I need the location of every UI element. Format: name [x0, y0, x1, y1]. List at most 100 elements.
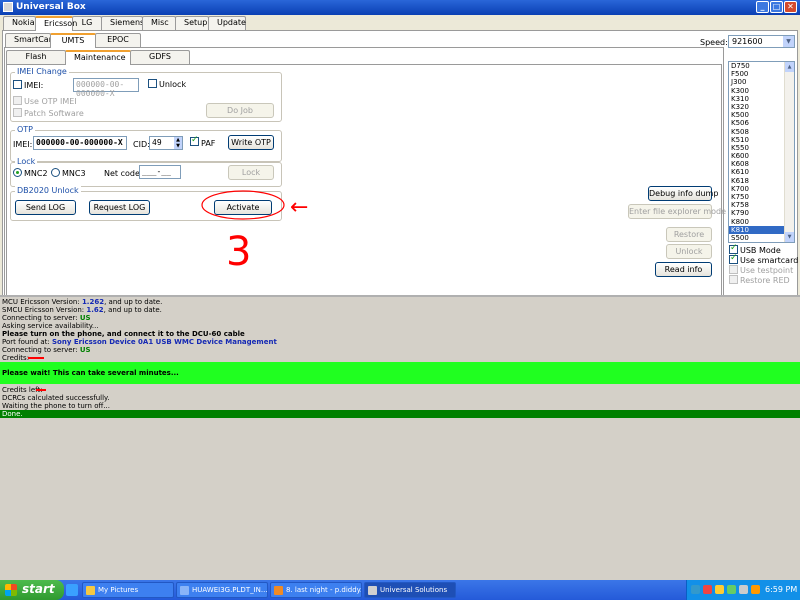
close-button[interactable]: ✕: [784, 1, 797, 13]
tray-icon[interactable]: [691, 585, 700, 594]
file-explorer-mode-button[interactable]: Enter file explorer mode: [628, 204, 726, 219]
start-button[interactable]: start: [0, 580, 64, 600]
log-line: Credits left:: [2, 386, 46, 394]
tab-update[interactable]: Update: [208, 16, 246, 30]
log-line: Connecting to server: US: [2, 346, 91, 354]
log-panel: MCU Ericsson Version: 1.262, and up to d…: [0, 295, 800, 580]
activate-button[interactable]: Activate: [214, 200, 272, 215]
use-testpoint-label: Use testpoint: [740, 266, 794, 275]
log-done-bar: Done.: [0, 410, 800, 418]
tab-setup[interactable]: Setup: [175, 16, 209, 30]
speed-label: Speed:: [700, 38, 728, 47]
restore-red-checkbox[interactable]: [729, 275, 738, 284]
app-icon: [368, 586, 377, 595]
patch-software-label: Patch Software: [24, 109, 84, 118]
task-universal-solutions[interactable]: Universal Solutions: [364, 582, 456, 598]
start-label: start: [22, 582, 55, 596]
imei-change-imei-label: IMEI:: [24, 81, 44, 90]
log-line: Waiting the phone to turn off...: [2, 402, 110, 410]
tab-flash[interactable]: Flash: [6, 50, 66, 64]
scroll-down-icon[interactable]: ▼: [785, 232, 794, 242]
net-code-input[interactable]: ___-__: [139, 165, 181, 179]
windows-logo-icon: [5, 584, 17, 596]
chevron-down-icon: ▼: [783, 36, 794, 47]
maximize-button[interactable]: □: [770, 1, 783, 13]
window-title: Universal Box: [16, 2, 86, 12]
log-line: MCU Ericsson Version: 1.262, and up to d…: [2, 298, 163, 306]
usb-mode-label: USB Mode: [740, 246, 781, 255]
unlock-button[interactable]: Unlock: [666, 244, 712, 259]
log-line: Connecting to server: US: [2, 314, 91, 322]
log-line: SMCU Ericsson Version: 1.62, and up to d…: [2, 306, 162, 314]
mnc2-label: MNC2: [24, 169, 48, 178]
use-smartcard-label: Use smartcard: [740, 256, 799, 265]
model-list[interactable]: D750 F500 J300 K300 K310 K320 K500 K506 K508 K510…: [728, 61, 795, 243]
app-icon: [3, 2, 13, 12]
tray-icon[interactable]: [715, 585, 724, 594]
tab-gdfs[interactable]: GDFS: [130, 50, 190, 64]
tab-nokia[interactable]: Nokia: [3, 16, 36, 30]
imei-change-checkbox[interactable]: [13, 80, 22, 89]
use-otp-imei-checkbox[interactable]: [13, 96, 22, 105]
speed-value: 921600: [732, 37, 763, 46]
db2020-legend: DB2020 Unlock: [15, 186, 81, 195]
minimize-button[interactable]: _: [756, 1, 769, 13]
title-bar: Universal Box _ □ ✕: [0, 0, 800, 15]
paf-label: PAF: [201, 139, 216, 148]
send-log-button[interactable]: Send LOG: [15, 200, 76, 215]
restore-red-label: Restore RED: [740, 276, 790, 285]
inner-tabs: Flash Maintenance GDFS: [6, 50, 190, 65]
window-icon: [180, 586, 189, 595]
paf-checkbox[interactable]: [190, 135, 199, 146]
cid-spinner[interactable]: ▲ ▼: [174, 137, 182, 149]
unlock-checkbox-label: Unlock: [159, 80, 187, 89]
log-wait-banner: Please wait! This can take several minut…: [0, 362, 800, 384]
use-smartcard-checkbox[interactable]: [729, 253, 738, 264]
log-done-text: Done.: [2, 410, 23, 418]
imei-change-legend: IMEI Change: [15, 67, 69, 76]
request-log-button[interactable]: Request LOG: [89, 200, 150, 215]
otp-imei-input[interactable]: 000000-00-000000-X: [33, 136, 127, 150]
unlock-checkbox[interactable]: [148, 79, 157, 88]
imei-change-input[interactable]: 000000-00-000000-X: [73, 78, 139, 98]
mnc2-radio[interactable]: [13, 168, 22, 177]
mnc3-radio[interactable]: [51, 168, 60, 177]
task-huawei[interactable]: HUAWEI3G.PLDT_IN...: [176, 582, 268, 598]
tab-umts[interactable]: UMTS: [50, 33, 96, 48]
task-my-pictures[interactable]: My Pictures: [82, 582, 174, 598]
model-scrollbar[interactable]: ▲ ▼: [784, 62, 794, 242]
media-icon: [274, 586, 283, 595]
tray-icon[interactable]: [751, 585, 760, 594]
otp-imei-label: IMEI:: [13, 140, 33, 149]
tab-maintenance[interactable]: Maintenance: [65, 50, 131, 65]
log-line: Asking service availability...: [2, 322, 99, 330]
folder-icon: [86, 586, 95, 595]
use-testpoint-checkbox[interactable]: [729, 265, 738, 274]
tray-icon[interactable]: [727, 585, 736, 594]
tab-smartcard[interactable]: SmartCard: [5, 33, 57, 47]
tab-siemens[interactable]: Siemens: [101, 16, 144, 30]
tab-ericsson[interactable]: Ericsson: [35, 16, 77, 31]
scroll-up-icon[interactable]: ▲: [785, 62, 794, 72]
patch-software-checkbox[interactable]: [13, 108, 22, 117]
net-code-label: Net code:: [104, 169, 143, 178]
tab-epoc[interactable]: EPOC: [95, 33, 141, 47]
clock: 6:59 PM: [765, 585, 798, 594]
cid-label: CID:: [133, 140, 150, 149]
log-line: Credits:: [2, 354, 44, 362]
lock-button[interactable]: Lock: [228, 165, 274, 180]
write-otp-button[interactable]: Write OTP: [228, 135, 274, 150]
taskbar: start My Pictures HUAWEI3G.PLDT_IN... 8.…: [0, 580, 800, 600]
use-otp-imei-label: Use OTP IMEI: [24, 97, 77, 106]
task-media-player[interactable]: 8. last night - p.diddy...: [270, 582, 362, 598]
read-info-button[interactable]: Read info: [655, 262, 712, 277]
quicklaunch-ie-icon[interactable]: [66, 584, 78, 596]
debug-info-dump-button[interactable]: Debug info dump: [648, 186, 718, 201]
do-job-button[interactable]: Do Job: [206, 103, 274, 118]
tray-icon[interactable]: [739, 585, 748, 594]
tab-misc[interactable]: Misc: [142, 16, 176, 30]
speed-select[interactable]: 921600 ▼: [728, 35, 795, 48]
tray-icon[interactable]: [703, 585, 712, 594]
restore-button[interactable]: Restore: [666, 227, 712, 242]
lock-legend: Lock: [15, 157, 38, 166]
